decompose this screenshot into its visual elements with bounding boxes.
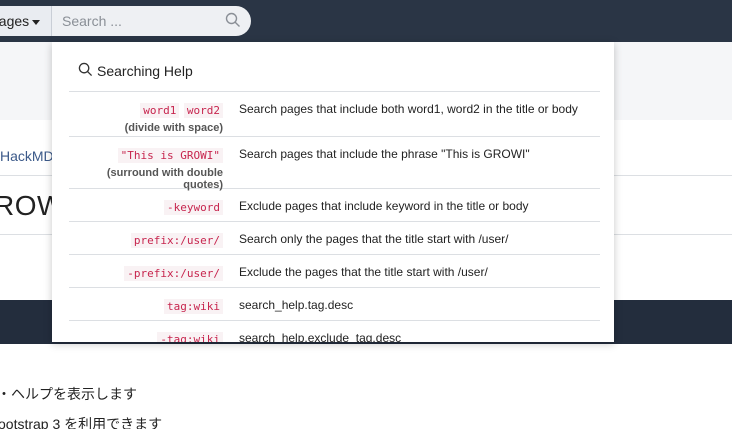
help-row: -tag:wiki search_help.exclude_tag.desc (69, 320, 600, 342)
search-scope-label: pages (0, 13, 30, 29)
help-note: (surround with double quotes) (106, 167, 223, 191)
body-text-line: ootstrap 3 を利用できます (0, 416, 163, 429)
search-input[interactable] (52, 6, 212, 36)
search-box (51, 6, 251, 36)
body-text-line: ・ヘルプを表示します (0, 386, 137, 402)
help-code: word2 (183, 103, 223, 118)
help-description: Search pages that include the phrase "Th… (239, 147, 530, 161)
help-description: search_help.tag.desc (239, 298, 354, 312)
search-icon (78, 62, 93, 80)
help-row: word1 word2 (divide with space) Search p… (69, 91, 600, 136)
search-help-table: word1 word2 (divide with space) Search p… (69, 91, 600, 342)
help-row: tag:wiki search_help.tag.desc (69, 287, 600, 320)
help-row: -prefix:/user/ Exclude the pages that th… (69, 254, 600, 287)
help-row: "This is GROWI" (surround with double qu… (69, 136, 600, 191)
breadcrumb-link[interactable]: HackMD (0, 148, 54, 164)
help-code: -tag:wiki (157, 332, 223, 342)
help-row: -keyword Exclude pages that include keyw… (69, 188, 600, 221)
help-description: Search pages that include both word1, wo… (239, 102, 578, 116)
help-description: Search only the pages that the title sta… (239, 232, 509, 246)
search-help-header: Searching Help (78, 62, 193, 80)
help-note: (divide with space) (124, 122, 223, 134)
top-navbar: pages (0, 0, 732, 42)
search-scope-dropdown[interactable]: pages (0, 6, 51, 36)
help-row: prefix:/user/ Search only the pages that… (69, 221, 600, 254)
help-description: search_help.exclude_tag.desc (239, 331, 402, 342)
search-icon[interactable] (225, 12, 241, 33)
help-code: "This is GROWI" (117, 148, 223, 163)
help-code: tag:wiki (164, 299, 223, 314)
help-description: Exclude pages that include keyword in th… (239, 199, 529, 213)
search-help-dropdown: Searching Help word1 word2 (divide with … (52, 42, 614, 342)
help-code: -prefix:/user/ (124, 266, 223, 281)
chevron-down-icon (32, 19, 41, 25)
help-description: Exclude the pages that the title start w… (239, 265, 488, 279)
help-code: prefix:/user/ (130, 233, 223, 248)
help-code: -keyword (164, 200, 223, 215)
search-help-title: Searching Help (97, 63, 193, 79)
help-code: word1 (140, 103, 180, 118)
